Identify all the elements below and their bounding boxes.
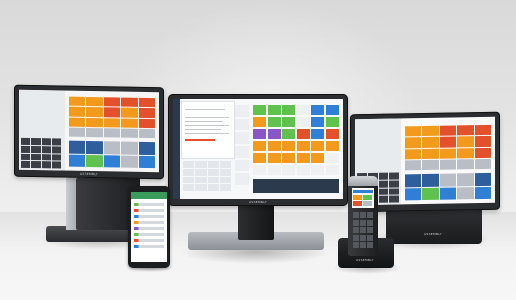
center-monitor-screen xyxy=(173,99,343,199)
center-monitor-display: ASSEMBLY xyxy=(168,94,348,206)
left-product-tiles xyxy=(69,96,155,139)
smartphone xyxy=(128,186,170,268)
right-function-tiles xyxy=(405,172,491,201)
handheld-terminal xyxy=(348,176,378,256)
center-monitor-brand: ASSEMBLY xyxy=(249,200,267,204)
right-terminal-base xyxy=(386,206,482,244)
center-action-column xyxy=(235,105,249,185)
left-terminal-display: ASSEMBLY xyxy=(14,84,164,180)
product-photo-scene: ASSEMBLY ASSEMBLY ASSEMBLY ASSEMBLY xyxy=(0,0,516,300)
center-keypad xyxy=(183,161,231,191)
center-product-tiles xyxy=(253,105,339,175)
left-terminal-screen xyxy=(19,89,159,173)
phone-header-bar xyxy=(131,192,167,199)
left-keypad xyxy=(21,137,61,169)
center-nav-sidebar xyxy=(173,99,180,199)
left-terminal-brand: ASSEMBLY xyxy=(80,171,98,177)
handheld-screen xyxy=(352,188,374,208)
smartphone-screen xyxy=(131,192,167,262)
handheld-keypad xyxy=(353,212,373,248)
right-product-tiles xyxy=(405,124,491,171)
phone-list xyxy=(134,203,164,259)
left-function-tiles xyxy=(69,140,155,169)
center-bottom-bar xyxy=(253,179,339,193)
center-monitor-neck xyxy=(238,200,274,240)
right-terminal-brand: ASSEMBLY xyxy=(424,232,442,236)
handheld-silver-trim xyxy=(348,176,378,186)
handheld-brand: ASSEMBLY xyxy=(356,258,374,262)
